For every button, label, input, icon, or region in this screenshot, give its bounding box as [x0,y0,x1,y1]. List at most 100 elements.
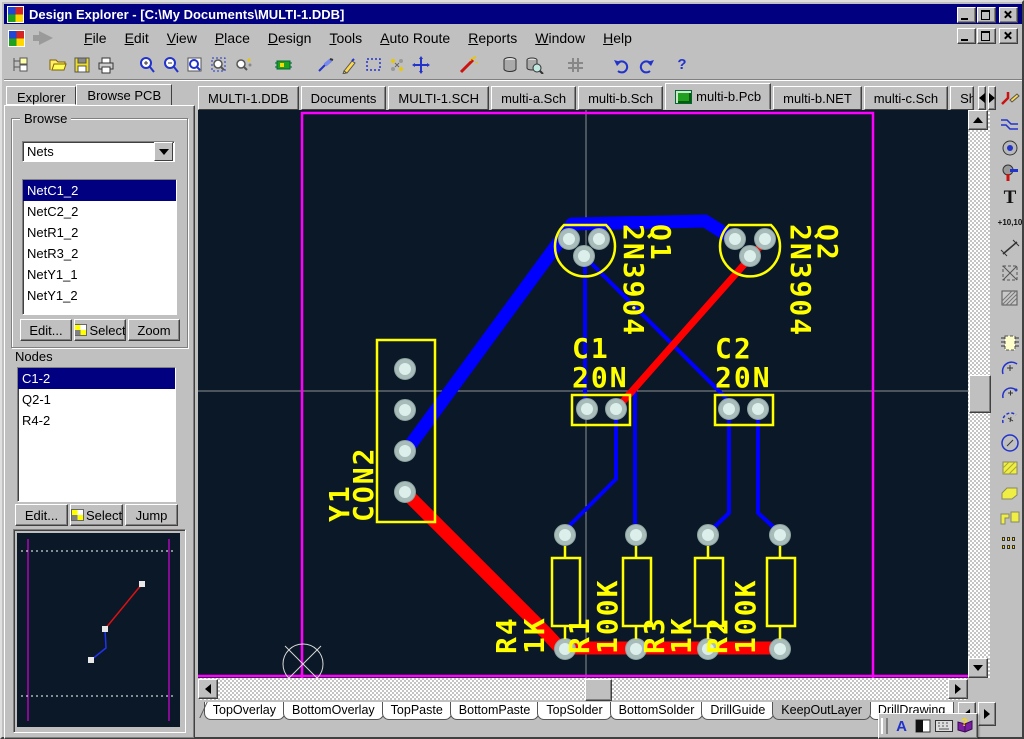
string-tool-icon[interactable]: T [997,185,1023,210]
list-item-net[interactable]: NetC2_2 [23,201,176,222]
pcb-editor-canvas[interactable]: Q1 2N3904 Q2 2N3904 C1 20N C2 20N Y1 CON… [198,110,968,678]
zoom-out-icon[interactable] [160,53,184,77]
browse-mode-dropdown[interactable]: Nets [22,141,175,162]
circle-tool-icon[interactable] [997,430,1023,455]
open-document-icon[interactable] [46,53,70,77]
list-item-net[interactable]: NetC1_2 [23,180,176,201]
child-minimize-button[interactable] [957,28,976,44]
tab-multi-1-sch[interactable]: MULTI-1.SCH [388,86,489,110]
move-tool-icon[interactable] [410,53,434,77]
layer-tab-topoverlay[interactable]: TopOverlay [204,702,285,720]
keepout-tool-icon[interactable] [997,260,1023,285]
scroll-left-icon[interactable] [198,679,218,699]
draw-line-icon[interactable] [338,53,362,77]
help-book-icon[interactable]: ? [954,716,975,736]
label-r3-value[interactable]: 1K [665,616,698,654]
vertical-scrollbar-thumb[interactable] [969,375,991,413]
layer-tab-toppaste[interactable]: TopPaste [382,702,452,720]
track-tool-icon[interactable] [997,110,1023,135]
label-y1-value[interactable]: CON2 [347,447,380,522]
label-c2-value[interactable]: 20N [715,361,772,394]
minimize-button[interactable] [957,7,976,23]
select-area-icon[interactable] [362,53,386,77]
layer-tab-drillguide[interactable]: DrillGuide [701,702,774,720]
wiring-tool-icon[interactable] [314,53,338,77]
app-icon[interactable] [7,6,24,23]
board-preview[interactable] [17,533,180,727]
horizontal-scrollbar-thumb[interactable] [585,679,612,701]
label-q2-value[interactable]: 2N3904 [784,224,817,337]
tab-multi-a-sch[interactable]: multi-a.Sch [491,86,576,110]
arc-edge-tool-icon[interactable] [997,380,1023,405]
list-item-net[interactable]: NetY1_1 [23,264,176,285]
maximize-button[interactable] [977,7,996,23]
plane-fill-icon[interactable] [997,285,1023,310]
scroll-up-icon[interactable] [968,110,988,130]
zoom-selection-icon[interactable] [232,53,256,77]
layer-tab-topsolder[interactable]: TopSolder [537,702,611,720]
tab-multi-b-net[interactable]: multi-b.NET [773,86,862,110]
node-jump-button[interactable]: Jump [125,504,178,526]
label-q1-value[interactable]: 2N3904 [617,224,650,337]
toggle-panel-icon[interactable] [8,53,32,77]
menu-auto-route[interactable]: Auto Route [371,27,459,49]
coordinate-tool-icon[interactable]: +10,10 [997,210,1023,235]
node-select-button[interactable]: Select [70,504,123,526]
tab-multi-c-sch[interactable]: multi-c.Sch [864,86,948,110]
undo-icon[interactable] [610,53,634,77]
browse-component-icon[interactable] [272,53,296,77]
autoroute-tool-icon[interactable] [456,53,480,77]
font-tool-icon[interactable]: A [891,716,912,736]
layer-tab-bottomsolder[interactable]: BottomSolder [610,702,704,720]
keyboard-icon[interactable] [933,716,954,736]
dimension-tool-icon[interactable] [997,235,1023,260]
interactive-routing-icon[interactable] [997,85,1023,110]
tab-sheet1-sch[interactable]: Sheet1.Sch [950,86,974,110]
net-edit-button[interactable]: Edit... [20,319,72,341]
fill-tool-icon[interactable] [997,455,1023,480]
scroll-right-icon[interactable] [948,679,968,699]
zoom-window-icon[interactable] [184,53,208,77]
tab-multi-1-ddb[interactable]: MULTI-1.DDB [198,86,299,110]
tab-documents[interactable]: Documents [301,86,387,110]
track[interactable] [635,386,636,533]
nodes-list[interactable]: C1-2 Q2-1 R4-2 [17,367,176,502]
menu-file[interactable]: File [75,27,116,49]
layer-tab-keepoutlayer[interactable]: KeepOutLayer [772,702,871,720]
3d-browse-icon[interactable] [522,53,546,77]
menu-view[interactable]: View [158,27,206,49]
tab-explorer[interactable]: Explorer [6,86,76,105]
node-edit-button[interactable]: Edit... [15,504,68,526]
display-contrast-icon[interactable] [912,716,933,736]
3d-view-icon[interactable] [498,53,522,77]
label-c1-value[interactable]: 20N [572,361,629,394]
menu-help[interactable]: Help [594,27,641,49]
deselect-icon[interactable] [386,53,410,77]
list-item-node[interactable]: Q2-1 [18,389,175,410]
tab-scroll-left-icon[interactable] [978,86,986,110]
arc-center-tool-icon[interactable] [997,355,1023,380]
list-item-node[interactable]: C1-2 [18,368,175,389]
menu-design[interactable]: Design [259,27,321,49]
save-icon[interactable] [70,53,94,77]
layer-scroll-right-icon[interactable] [978,702,996,726]
list-item-node[interactable]: R4-2 [18,410,175,431]
grid-toggle-icon[interactable] [564,53,588,77]
menu-tools[interactable]: Tools [320,27,371,49]
menu-window[interactable]: Window [526,27,594,49]
list-item-net[interactable]: NetR3_2 [23,243,176,264]
polygon-plane-icon[interactable] [997,480,1023,505]
via-tool-icon[interactable] [997,160,1023,185]
place-component-icon[interactable] [997,330,1023,355]
layer-tab-bottomoverlay[interactable]: BottomOverlay [283,702,384,720]
menu-reports[interactable]: Reports [459,27,526,49]
menu-place[interactable]: Place [206,27,259,49]
toolbar-grip[interactable] [881,718,888,734]
zoom-in-icon[interactable] [136,53,160,77]
help-icon[interactable]: ? [670,53,694,77]
label-r2-value[interactable]: 100K [729,579,762,654]
label-r4-value[interactable]: 1K [518,616,551,654]
floating-toolbar[interactable]: A ? [878,713,978,739]
title-bar[interactable]: Design Explorer - [C:\My Documents\MULTI… [4,4,1022,24]
arc-angle-tool-icon[interactable] [997,405,1023,430]
